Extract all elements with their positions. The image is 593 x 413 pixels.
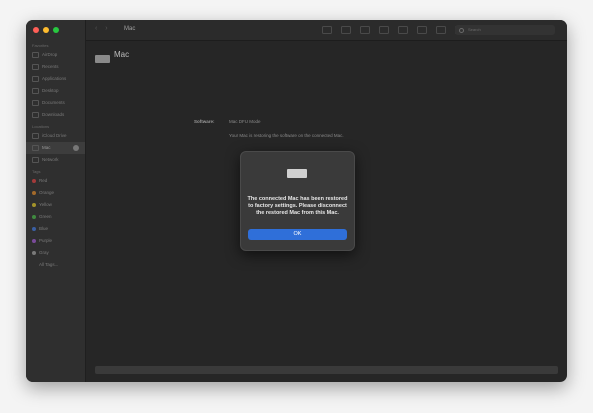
toolbar-buttons (322, 26, 465, 34)
window-title: Mac (124, 26, 136, 32)
sidebar-item-mac[interactable]: Mac (26, 142, 85, 154)
sidebar-item-network[interactable]: Network (26, 154, 85, 166)
group-icon[interactable] (398, 26, 408, 34)
software-value: Mac DFU Mode (229, 119, 261, 124)
sidebar-item-all-tags[interactable]: All Tags... (26, 259, 85, 271)
sidebar-item-desktop[interactable]: Desktop (26, 85, 85, 97)
sidebar-list: Favorites AirDrop Recents Applications D… (26, 40, 85, 271)
clock-icon (32, 64, 39, 70)
sidebar-tag-orange[interactable]: Orange (26, 187, 85, 199)
window-controls (33, 27, 59, 33)
sidebar: Favorites AirDrop Recents Applications D… (26, 20, 86, 382)
progress-bar (95, 366, 558, 374)
sidebar-item-label: Desktop (42, 88, 59, 93)
sidebar-heading-favorites: Favorites (32, 43, 49, 48)
download-icon (32, 112, 39, 118)
sidebar-tag-blue[interactable]: Blue (26, 223, 85, 235)
sidebar-item-label: Green (39, 214, 52, 219)
sidebar-item-label: Recents (42, 64, 59, 69)
close-window-button[interactable] (33, 27, 39, 33)
sidebar-item-icloud-drive[interactable]: iCloud Drive (26, 130, 85, 142)
tag-icon[interactable] (436, 26, 446, 34)
device-name: Mac (114, 50, 130, 59)
software-label: Software: (194, 119, 215, 124)
sidebar-item-label: All Tags... (39, 262, 59, 267)
sidebar-item-documents[interactable]: Documents (26, 97, 85, 109)
sidebar-item-label: Purple (39, 238, 53, 243)
toolbar: ‹ › Mac Search (86, 20, 567, 41)
sidebar-tag-purple[interactable]: Purple (26, 235, 85, 247)
sidebar-item-label: Red (39, 178, 48, 183)
view-gallery-icon[interactable] (379, 26, 389, 34)
sidebar-tag-yellow[interactable]: Yellow (26, 199, 85, 211)
view-columns-icon[interactable] (360, 26, 370, 34)
sidebar-item-applications[interactable]: Applications (26, 73, 85, 85)
laptop-icon (95, 55, 110, 63)
view-list-icon[interactable] (341, 26, 351, 34)
minimize-window-button[interactable] (43, 27, 49, 33)
dialog-message: The connected Mac has been restored to f… (247, 196, 348, 216)
sidebar-item-label: Documents (42, 100, 65, 105)
finder-window: Favorites AirDrop Recents Applications D… (26, 20, 567, 382)
tag-dot-icon (32, 227, 36, 231)
tag-dot-icon (32, 203, 36, 207)
tag-dot-icon (32, 251, 36, 255)
desktop-icon (32, 88, 39, 94)
cloud-icon (32, 133, 39, 139)
sidebar-item-label: Mac (42, 145, 51, 150)
laptop-icon (32, 145, 39, 151)
share-icon[interactable] (417, 26, 427, 34)
search-input[interactable]: Search (455, 25, 555, 35)
sidebar-heading-locations: Locations (32, 124, 50, 129)
sidebar-item-label: iCloud Drive (42, 133, 67, 138)
restore-status-text: Your Mac is restoring the software on th… (229, 133, 344, 138)
globe-icon (32, 157, 39, 163)
back-forward-icon[interactable]: ‹ › (95, 25, 111, 32)
applications-icon (32, 76, 39, 82)
restore-complete-dialog: The connected Mac has been restored to f… (240, 151, 355, 251)
eject-icon[interactable] (73, 145, 79, 151)
document-icon (32, 100, 39, 106)
tag-dot-icon (32, 239, 36, 243)
sidebar-item-label: Blue (39, 226, 49, 231)
sidebar-item-label: Orange (39, 190, 55, 195)
sidebar-item-downloads[interactable]: Downloads (26, 109, 85, 121)
sidebar-item-label: Applications (42, 76, 67, 81)
tag-dot-icon (32, 179, 36, 183)
tag-dot-icon (32, 215, 36, 219)
search-placeholder: Search (468, 27, 481, 32)
sidebar-item-label: Gray (39, 250, 49, 255)
airdrop-icon (32, 52, 39, 58)
zoom-window-button[interactable] (53, 27, 59, 33)
ok-button[interactable]: OK (248, 229, 347, 240)
sidebar-tag-red[interactable]: Red (26, 175, 85, 187)
tag-dot-icon (32, 191, 36, 195)
sidebar-tag-green[interactable]: Green (26, 211, 85, 223)
sidebar-item-label: Yellow (39, 202, 52, 207)
view-grid-icon[interactable] (322, 26, 332, 34)
sidebar-item-airdrop[interactable]: AirDrop (26, 49, 85, 61)
mac-device-icon (287, 169, 307, 178)
sidebar-tag-gray[interactable]: Gray (26, 247, 85, 259)
sidebar-heading-tags: Tags (32, 169, 41, 174)
sidebar-item-label: AirDrop (42, 52, 58, 57)
search-icon (459, 28, 464, 33)
sidebar-item-recents[interactable]: Recents (26, 61, 85, 73)
sidebar-item-label: Downloads (42, 112, 65, 117)
sidebar-item-label: Network (42, 157, 59, 162)
